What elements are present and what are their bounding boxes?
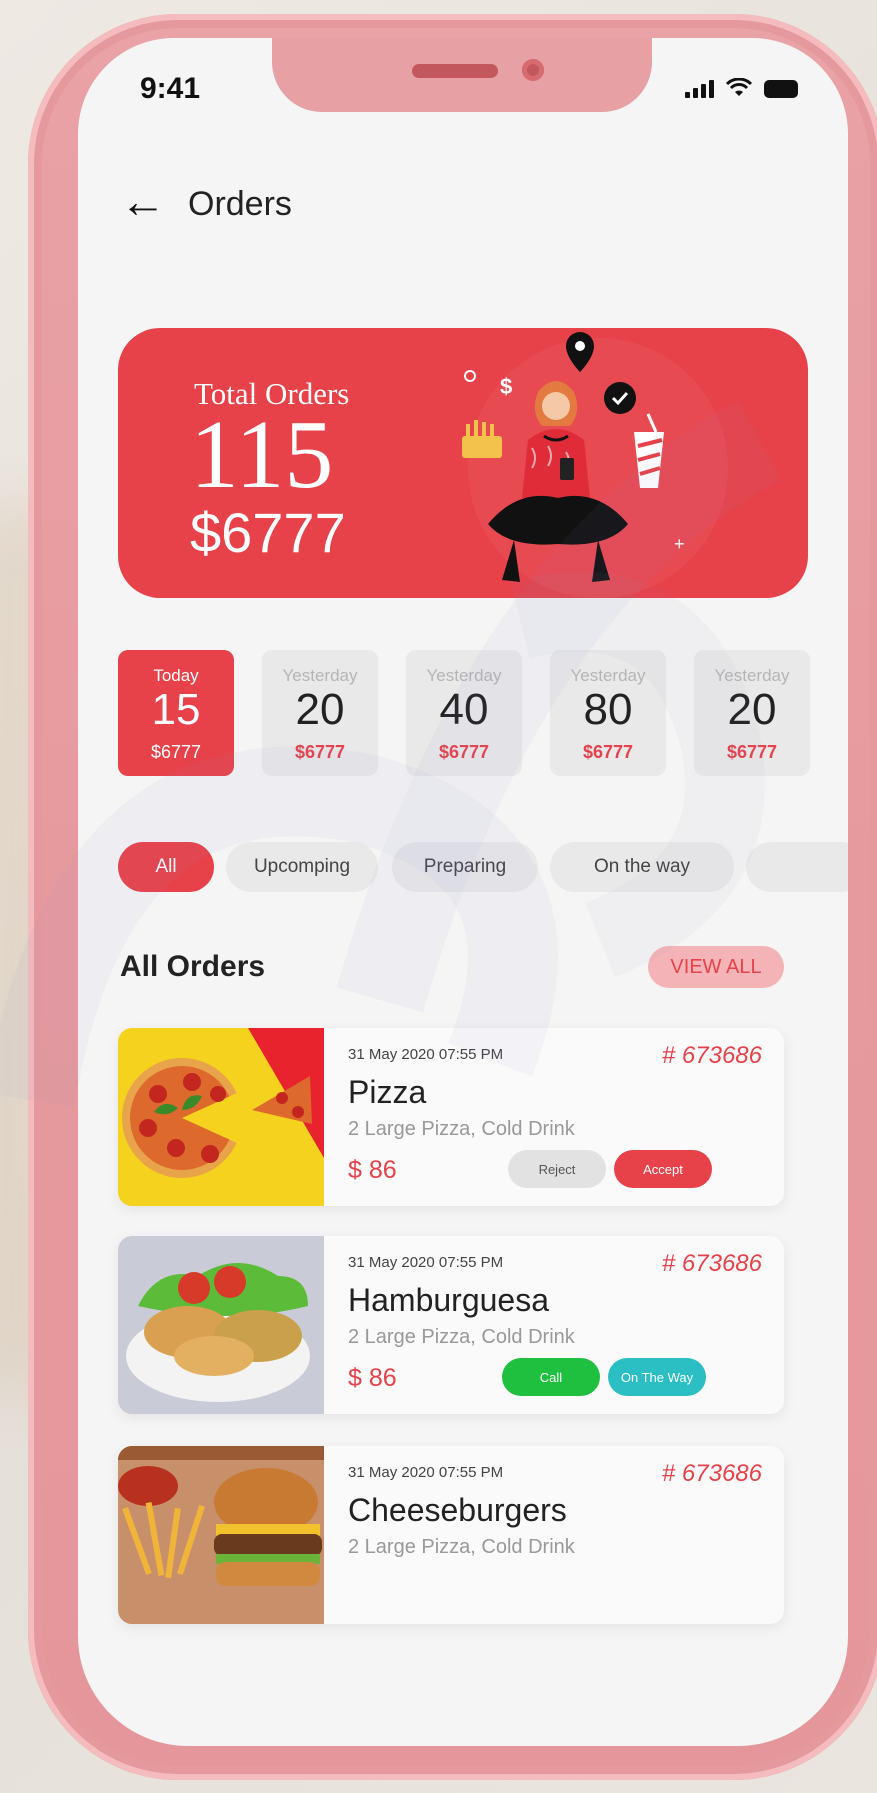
day-stat-count: 20	[295, 685, 345, 734]
day-stat-amount: $6777	[438, 742, 490, 762]
back-arrow-icon[interactable]: ←	[120, 178, 166, 224]
view-all-button[interactable]: VIEW ALL	[648, 946, 784, 988]
signal-icon	[685, 78, 714, 98]
accept-button[interactable]: Accept	[614, 1150, 712, 1188]
front-camera	[522, 59, 544, 81]
day-stat-label: Yesterday	[714, 666, 790, 685]
order-date: 31 May 2020 07:55 PM	[348, 1254, 504, 1271]
day-stat-label: Today	[153, 666, 199, 685]
day-stat-label: Yesterday	[426, 666, 502, 685]
svg-text:$: $	[500, 374, 512, 399]
order-description: 2 Large Pizza, Cold Drink	[348, 1326, 575, 1348]
day-stat-label: Yesterday	[282, 666, 358, 685]
svg-text:+: +	[674, 534, 685, 554]
day-stat-count: 80	[583, 685, 633, 734]
section-title: All Orders	[120, 950, 266, 983]
speaker-grille	[412, 64, 498, 78]
order-card[interactable]: 31 May 2020 07:55 PM # 673686 Cheeseburg…	[118, 1446, 784, 1624]
order-date: 31 May 2020 07:55 PM	[348, 1046, 504, 1063]
filter-chip-preparing[interactable]: Preparing	[392, 842, 538, 892]
order-description: 2 Large Pizza, Cold Drink	[348, 1536, 575, 1558]
battery-icon	[764, 80, 798, 98]
status-time: 9:41	[140, 72, 201, 105]
order-id: # 673686	[661, 1042, 762, 1069]
filter-chip-on-the-way[interactable]: On the way	[550, 842, 734, 892]
order-name: Hamburguesa	[348, 1282, 549, 1318]
total-orders-count: 115	[190, 401, 334, 509]
day-stat-amount: $6777	[582, 742, 634, 762]
order-card[interactable]: 31 May 2020 07:55 PM # 673686 Hamburgues…	[118, 1236, 784, 1414]
filter-chip-upcoming[interactable]: Upcomping	[226, 842, 378, 892]
day-stats-row: Today 15 $6777 Yesterday 20 $6777 Yester…	[118, 650, 848, 776]
filter-chip-more[interactable]	[746, 842, 848, 892]
order-description: 2 Large Pizza, Cold Drink	[348, 1118, 575, 1140]
order-name: Cheeseburgers	[348, 1492, 567, 1528]
status-icons	[685, 78, 798, 98]
on-the-way-button[interactable]: On The Way	[608, 1358, 706, 1396]
app-screen: 9:41 ← Orders Total Orders 115 $6777 $ +…	[78, 38, 848, 1746]
order-id: # 673686	[661, 1250, 762, 1277]
day-stat-count: 15	[151, 685, 201, 734]
phone-notch	[272, 38, 652, 112]
day-stat-amount: $6777	[150, 742, 202, 762]
filter-chips: All Upcomping Preparing On the way	[118, 842, 848, 892]
day-stat-label: Yesterday	[570, 666, 646, 685]
pizza-image	[118, 1028, 324, 1206]
order-id: # 673686	[661, 1460, 762, 1487]
day-stat-card[interactable]: Yesterday 20 $6777	[694, 650, 810, 776]
day-stat-card[interactable]: Yesterday 20 $6777	[262, 650, 378, 776]
day-stat-amount: $6777	[726, 742, 778, 762]
order-card[interactable]: 31 May 2020 07:55 PM # 673686 Pizza 2 La…	[118, 1028, 784, 1206]
day-stat-card[interactable]: Yesterday 80 $6777	[550, 650, 666, 776]
day-stat-count: 40	[439, 685, 489, 734]
reject-button[interactable]: Reject	[508, 1150, 606, 1188]
hamburguesa-image	[118, 1236, 324, 1414]
call-button[interactable]: Call	[502, 1358, 600, 1396]
delivery-illustration: $ +	[462, 332, 728, 598]
filter-chip-all[interactable]: All	[118, 842, 214, 892]
day-stat-count: 20	[727, 685, 777, 734]
order-price: $ 86	[348, 1364, 397, 1392]
day-stat-amount: $6777	[294, 742, 346, 762]
wifi-icon	[726, 78, 752, 96]
total-orders-amount: $6777	[190, 501, 346, 564]
day-stat-card[interactable]: Yesterday 40 $6777	[406, 650, 522, 776]
order-price: $ 86	[348, 1156, 397, 1184]
cheeseburger-image	[118, 1446, 324, 1624]
day-stat-card[interactable]: Today 15 $6777	[118, 650, 234, 776]
order-date: 31 May 2020 07:55 PM	[348, 1464, 504, 1481]
total-orders-card: Total Orders 115 $6777 $ +	[118, 328, 808, 598]
order-name: Pizza	[348, 1074, 427, 1110]
page-title: Orders	[188, 185, 292, 223]
